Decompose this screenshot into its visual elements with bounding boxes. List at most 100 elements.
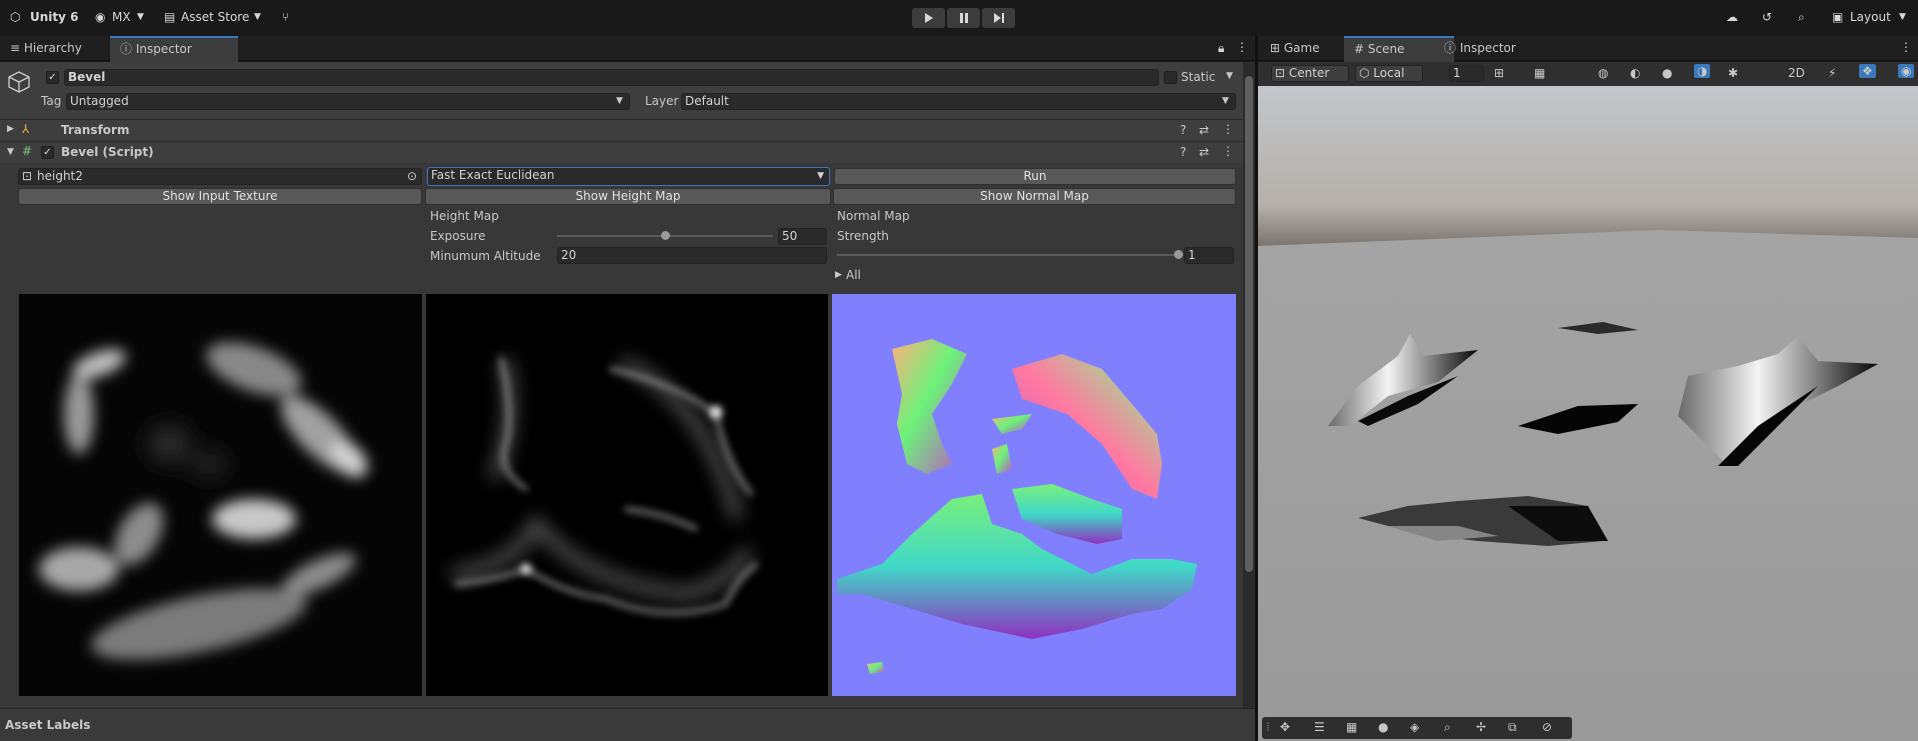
- 2d-toggle-icon[interactable]: 2D: [1788, 66, 1805, 80]
- pivot-icon: ⊡: [1275, 66, 1289, 80]
- name-field[interactable]: Bevel: [64, 69, 1159, 86]
- layout-icon: ▣: [1832, 10, 1844, 24]
- tag-label: Tag: [41, 94, 62, 108]
- snap-increment-field[interactable]: 1: [1449, 65, 1484, 82]
- asset-labels-bar[interactable]: Asset Labels: [0, 708, 1255, 741]
- effects-icon[interactable]: ❖: [1859, 64, 1876, 78]
- shading-lit-icon[interactable]: ◑: [1694, 64, 1711, 78]
- version-control-icon[interactable]: ⑂: [282, 10, 289, 24]
- expand-icon[interactable]: ▶: [7, 124, 14, 134]
- help-icon[interactable]: ?: [1180, 145, 1186, 159]
- scrollbar-thumb[interactable]: [1245, 76, 1253, 572]
- scene-toolbar: ⊡ Center ⬡ Local 1 ⊞ ▦ ◍ ◐ ● ◑ ✱ 2D ⚡ ❖ …: [1258, 62, 1918, 86]
- chevron-down-icon[interactable]: ▼: [1226, 71, 1233, 81]
- more-icon[interactable]: ⋮: [1236, 40, 1248, 54]
- navigate-tool-icon[interactable]: ⊘: [1542, 720, 1552, 734]
- gameobject-header: ✓ Bevel Static ▼ Tag Untagged ▼ Layer De…: [0, 62, 1243, 120]
- tab-hierarchy[interactable]: ≡ Hierarchy: [0, 36, 92, 61]
- collapse-icon[interactable]: ▼: [7, 147, 14, 157]
- pivot-mode-dropdown[interactable]: ⊡ Center: [1271, 65, 1349, 82]
- strength-label: Strength: [837, 229, 889, 243]
- height-map-label: Height Map: [430, 209, 499, 223]
- tab-inspector[interactable]: ⓘ Inspector: [110, 36, 238, 63]
- scene-viewport[interactable]: [1258, 86, 1918, 741]
- shading-shaded-icon[interactable]: ●: [1662, 66, 1672, 80]
- run-button[interactable]: Run: [834, 168, 1236, 185]
- layer-label: Layer: [645, 94, 679, 108]
- step-button[interactable]: [982, 8, 1015, 28]
- strength-value-field[interactable]: 1: [1184, 247, 1234, 264]
- visibility-eye-icon[interactable]: ◉: [1898, 64, 1915, 78]
- debug-draw-icon[interactable]: ✱: [1728, 66, 1738, 80]
- sphere-tool-icon[interactable]: ●: [1378, 720, 1388, 734]
- pause-button[interactable]: [947, 8, 980, 28]
- layout-dropdown[interactable]: Layout: [1850, 10, 1891, 24]
- pause-icon: [959, 13, 968, 23]
- more-icon[interactable]: ⋮: [1222, 144, 1234, 158]
- show-input-texture-button[interactable]: Show Input Texture: [18, 188, 422, 205]
- lighting-toggle-icon[interactable]: ⚡: [1828, 66, 1836, 80]
- transform-header[interactable]: ▶ ⅄ Transform ? ⇄ ⋮: [0, 119, 1243, 141]
- exposure-value-field[interactable]: 50: [778, 228, 827, 245]
- static-checkbox[interactable]: [1164, 71, 1177, 84]
- active-checkbox[interactable]: ✓: [46, 71, 59, 84]
- account-dropdown[interactable]: MX: [112, 10, 131, 24]
- chevron-down-icon: ▼: [616, 96, 623, 106]
- normal-map-preview: [832, 294, 1236, 696]
- grid-icon[interactable]: ▦: [1534, 66, 1545, 80]
- cloud-icon[interactable]: ☁: [1726, 10, 1738, 24]
- shading-wireframe-icon[interactable]: ◍: [1598, 66, 1608, 80]
- inspector-scrollbar[interactable]: [1243, 62, 1255, 708]
- tab-inspector-2[interactable]: ⓘ Inspector: [1434, 36, 1526, 61]
- play-button[interactable]: [912, 8, 945, 28]
- lock-icon[interactable]: 🔒︎: [1218, 41, 1224, 56]
- help-icon[interactable]: ?: [1180, 123, 1186, 137]
- height-map-preview: [426, 294, 828, 696]
- tag-dropdown[interactable]: Untagged: [66, 93, 630, 110]
- main-toolbar: ⬡ Unity 6 ◉ MX ▼ ▤ Asset Store ▼ ⑂ ☁ ↺ ⌕…: [0, 0, 1918, 36]
- inspector-tabbar: ≡ Hierarchy ⓘ Inspector 🔒︎ ⋮: [0, 36, 1255, 63]
- all-foldout[interactable]: All: [846, 268, 861, 282]
- asset-store-button[interactable]: Asset Store: [181, 10, 249, 24]
- layer-dropdown[interactable]: Default: [681, 93, 1236, 110]
- input-texture-image: [39, 342, 368, 660]
- app-title: Unity 6: [30, 10, 79, 24]
- strength-slider-handle[interactable]: [1173, 250, 1183, 259]
- move-tool-icon[interactable]: ✥: [1280, 720, 1290, 734]
- sliders-tool-icon[interactable]: ☰: [1314, 720, 1325, 734]
- game-icon: ⊞: [1270, 41, 1284, 55]
- show-height-map-button[interactable]: Show Height Map: [425, 188, 831, 205]
- min-altitude-field[interactable]: 20: [557, 247, 827, 264]
- preset-icon[interactable]: ⇄: [1199, 145, 1209, 159]
- pivot-space-dropdown[interactable]: ⬡ Local: [1355, 65, 1423, 82]
- terrain-tool-icon[interactable]: ◈: [1410, 720, 1419, 734]
- scene-render: [1258, 86, 1918, 741]
- zoom-tool-icon[interactable]: ⌕: [1444, 720, 1451, 735]
- more-icon[interactable]: ⋮: [1222, 122, 1234, 136]
- bevel-script-header[interactable]: ▼ # ✓ Bevel (Script) ? ⇄ ⋮: [0, 141, 1243, 163]
- show-normal-map-button[interactable]: Show Normal Map: [833, 188, 1236, 205]
- script-enabled-checkbox[interactable]: ✓: [41, 146, 54, 159]
- exposure-slider-handle[interactable]: [660, 231, 670, 240]
- info-icon: ⓘ: [1444, 41, 1460, 55]
- unity-logo-icon: ⬡: [10, 10, 21, 24]
- preset-icon[interactable]: ⇄: [1199, 123, 1209, 137]
- account-icon[interactable]: ◉: [95, 10, 105, 24]
- object-picker-icon[interactable]: ⊙: [407, 169, 417, 184]
- texture-object-field[interactable]: ⊡ height2 ⊙: [18, 168, 422, 185]
- transform-tool-icon[interactable]: ✢: [1476, 720, 1486, 734]
- search-icon[interactable]: ⌕: [1798, 10, 1805, 25]
- chevron-down-icon: ▼: [137, 12, 144, 22]
- shading-shaded-wire-icon[interactable]: ◐: [1630, 66, 1640, 80]
- camera-tool-icon[interactable]: ⧉: [1508, 720, 1517, 735]
- tab-game[interactable]: ⊞ Game: [1260, 36, 1330, 61]
- expand-icon[interactable]: ▶: [835, 270, 842, 280]
- more-icon[interactable]: ⋮: [1900, 40, 1912, 54]
- input-texture-preview: [19, 294, 422, 696]
- strength-slider[interactable]: [837, 254, 1178, 256]
- grid-tool-icon[interactable]: ▦: [1346, 720, 1357, 734]
- overlay-handle-icon[interactable]: ⁞: [1266, 720, 1270, 734]
- history-icon[interactable]: ↺: [1762, 10, 1772, 24]
- grid-snap-icon[interactable]: ⊞: [1494, 66, 1504, 80]
- algorithm-dropdown[interactable]: Fast Exact Euclidean ▼: [427, 167, 830, 186]
